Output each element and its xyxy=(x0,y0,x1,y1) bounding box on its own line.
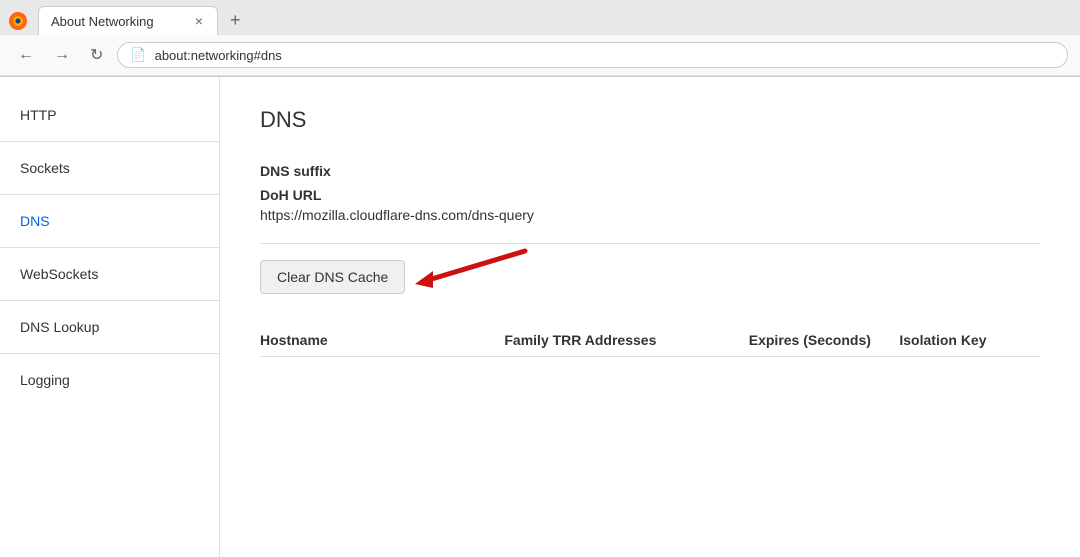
page-content: HTTP Sockets DNS WebSockets DNS Lookup L… xyxy=(0,77,1080,557)
doh-url-label: DoH URL xyxy=(260,187,1040,203)
nav-bar: ← → ↻ 📄 about:networking#dns xyxy=(0,35,1080,76)
active-tab[interactable]: About Networking × xyxy=(38,6,218,35)
new-tab-button[interactable]: + xyxy=(222,6,249,35)
dns-suffix-row: DNS suffix xyxy=(260,163,1040,179)
forward-button[interactable]: → xyxy=(48,42,76,68)
address-bar[interactable]: 📄 about:networking#dns xyxy=(117,42,1068,68)
sidebar-divider-1 xyxy=(0,141,219,142)
main-content: DNS DNS suffix DoH URL https://mozilla.c… xyxy=(220,77,1080,557)
reload-button[interactable]: ↻ xyxy=(84,41,109,69)
sidebar-item-sockets[interactable]: Sockets xyxy=(0,150,219,186)
back-button[interactable]: ← xyxy=(12,42,40,68)
firefox-icon xyxy=(8,11,28,31)
sidebar-divider-4 xyxy=(0,300,219,301)
dns-info: DNS suffix DoH URL https://mozilla.cloud… xyxy=(260,163,1040,223)
table-headers: Hostname Family TRR Addresses Expires (S… xyxy=(260,324,1040,357)
clear-dns-cache-button[interactable]: Clear DNS Cache xyxy=(260,260,405,294)
button-row: Clear DNS Cache xyxy=(260,260,1040,294)
tab-bar: About Networking × + xyxy=(0,0,1080,35)
sidebar-item-dns-lookup[interactable]: DNS Lookup xyxy=(0,309,219,345)
sidebar: HTTP Sockets DNS WebSockets DNS Lookup L… xyxy=(0,77,220,557)
dns-suffix-label: DNS suffix xyxy=(260,163,1040,179)
doh-url-row: DoH URL https://mozilla.cloudflare-dns.c… xyxy=(260,187,1040,223)
red-arrow-annotation xyxy=(415,246,535,296)
content-divider xyxy=(260,243,1040,244)
sidebar-divider-3 xyxy=(0,247,219,248)
page-title: DNS xyxy=(260,107,1040,133)
col-header-family-trr: Family TRR Addresses xyxy=(504,332,738,348)
browser-chrome: About Networking × + ← → ↻ 📄 about:netwo… xyxy=(0,0,1080,77)
col-header-hostname: Hostname xyxy=(260,332,494,348)
sidebar-divider-2 xyxy=(0,194,219,195)
sidebar-item-dns[interactable]: DNS xyxy=(0,203,219,239)
address-icon: 📄 xyxy=(130,47,146,63)
address-text: about:networking#dns xyxy=(155,48,1055,63)
tab-title: About Networking xyxy=(51,14,185,29)
tab-close-button[interactable]: × xyxy=(193,13,205,29)
doh-url-value: https://mozilla.cloudflare-dns.com/dns-q… xyxy=(260,207,1040,223)
sidebar-item-http[interactable]: HTTP xyxy=(0,97,219,133)
col-header-expires: Expires (Seconds) xyxy=(749,332,890,348)
col-header-isolation-key: Isolation Key xyxy=(899,332,1040,348)
sidebar-divider-5 xyxy=(0,353,219,354)
sidebar-item-websockets[interactable]: WebSockets xyxy=(0,256,219,292)
sidebar-item-logging[interactable]: Logging xyxy=(0,362,219,398)
